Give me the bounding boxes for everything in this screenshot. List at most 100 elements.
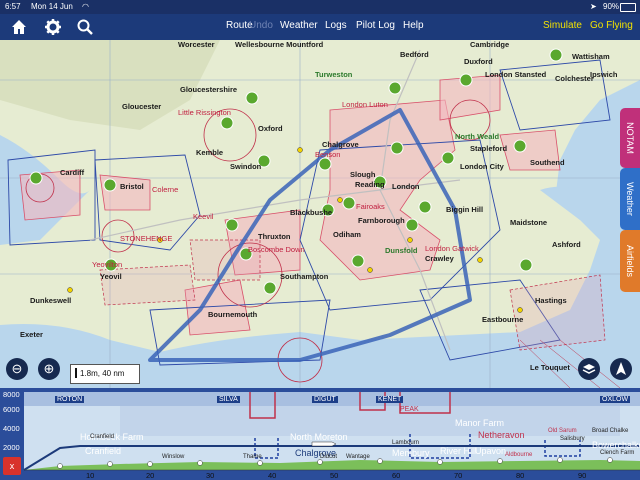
tab-airfields-label: Airfields [625,244,636,278]
place-label: Maidstone [510,218,548,227]
waypoint-label[interactable]: KENET [376,396,404,403]
place-label: Stapleford [470,144,508,153]
weather-button[interactable]: Weather [280,20,318,31]
distance-label: 60 [392,471,401,480]
help-button[interactable]: Help [403,20,424,31]
waypoint-label[interactable]: PEAK [398,406,421,413]
profile-place: Cranfield [85,446,122,456]
profile-place: River Hill [440,446,476,456]
profile-place: Salisbury [560,436,585,442]
place-label: Bournemouth [208,310,258,319]
place-label: Crawley [425,254,454,263]
simulate-button[interactable]: Simulate [543,20,582,31]
place-label: Blackbushe [290,208,333,217]
distance-label: 80 [516,471,525,480]
profile-place: Clench Farm [600,450,635,456]
place-label: Fairoaks [356,202,385,211]
place-label: Exeter [20,330,43,339]
place-label: Swindon [230,162,262,171]
altitude-label: 4000 [3,424,20,433]
profile-place: Membury [392,448,430,458]
place-label: Yeovilton [92,260,123,269]
place-label: London Gatwick [425,244,479,253]
distance-label: 50 [330,471,339,480]
place-label: Wattisham [572,52,610,61]
place-label: Gloucester [122,102,162,111]
place-label: Eastbourne [482,315,524,324]
tab-notam-label: NOTAM [625,122,635,154]
place-label: London [392,182,420,191]
undo-button[interactable]: Undo [249,20,273,31]
pilot-log-button[interactable]: Pilot Log [356,20,395,31]
profile-place: Cranfield [90,434,115,440]
go-flying-button[interactable]: Go Flying [590,20,633,31]
distance-label: 70 [454,471,463,480]
close-profile-button[interactable]: x [3,457,21,475]
profile-place: Thame [243,454,262,460]
tab-weather[interactable]: Weather [620,168,640,230]
map-view[interactable]: Worcester Wellesbourne Mountford Bedford… [0,40,640,388]
place-label: Little Rissington [178,108,231,117]
waypoint-label[interactable]: OXLOW [600,396,631,403]
home-icon[interactable] [10,18,28,36]
profile-place: Bowerchalke [592,440,640,450]
place-label: Southampton [280,272,329,281]
toolbar: Route Undo Weather Logs Pilot Log Help S… [0,14,640,40]
place-label: Cambridge [470,40,510,49]
waypoint-label[interactable]: DIGUT [312,396,338,403]
place-label: Thruxton [258,232,291,241]
place-label: London City [460,162,504,171]
locate-button[interactable] [610,358,632,380]
profile-place: Manor Farm [455,418,505,428]
place-label: Colerne [152,185,179,194]
profile-place: Lambourn [392,440,420,446]
place-label: Slough [350,170,376,179]
place-label: Turweston [315,70,353,79]
place-label: Bristol [120,182,144,191]
place-label: Oxford [258,124,283,133]
wifi-icon: ◠ [82,2,89,11]
place-label: Kemble [196,148,224,157]
profile-place: Old Sarum [548,428,577,434]
waypoint-label[interactable]: ROTON [55,396,85,403]
place-label: Biggin Hill [446,205,484,214]
profile-place: North Moreton [290,432,348,442]
scale-bar: 1.8m, 40 nm [70,364,140,384]
place-label: Le Touquet [530,363,570,372]
zoom-out-button[interactable]: ⊖ [6,358,28,380]
place-label: North Weald [455,132,500,141]
place-label: Reading [355,180,385,189]
profile-place: Netheravon [478,430,525,440]
distance-label: 90 [578,471,587,480]
place-label: Cardiff [60,168,85,177]
distance-label: 30 [206,471,215,480]
tab-airfields[interactable]: Airfields [620,230,640,292]
profile-place: Broad Chalke [592,428,629,434]
place-label: Ashford [552,240,581,249]
altitude-label: 8000 [3,390,20,399]
location-arrow-icon: ➤ [590,2,597,11]
altitude-label: 6000 [3,405,20,414]
search-icon[interactable] [76,18,94,36]
place-label: Benson [315,150,341,159]
layers-button[interactable] [578,358,600,380]
place-label: STONEHENGE [120,234,173,243]
distance-label: 10 [86,471,95,480]
battery-icon [620,3,636,12]
waypoint-label[interactable]: SILVA [217,396,240,403]
place-label: Gloucestershire [180,85,238,94]
logs-button[interactable]: Logs [325,20,347,31]
tab-notam[interactable]: NOTAM [620,108,640,168]
profile-place: Upavon [475,446,507,456]
distance-label: 40 [268,471,277,480]
place-label: London Luton [342,100,388,109]
zoom-in-button[interactable]: ⊕ [38,358,60,380]
place-label: Yeovil [100,272,122,281]
place-label: Southend [530,158,565,167]
place-label: Colchester [555,74,594,83]
place-label: Odiham [333,230,361,239]
place-label: Dunsfold [385,246,418,255]
place-label: London Stansted [485,70,547,79]
gear-icon[interactable] [44,18,62,36]
vertical-profile[interactable]: 8000 6000 4000 2000 0 ROTON SILVA DIGUT … [0,388,640,480]
